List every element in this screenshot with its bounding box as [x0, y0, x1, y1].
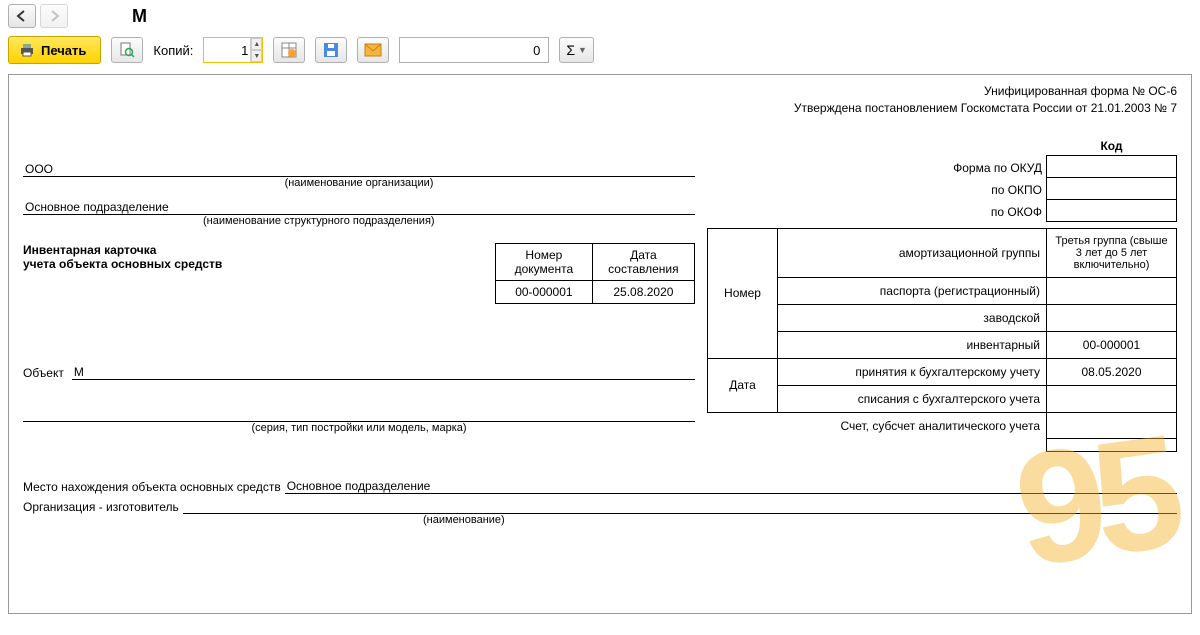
doc-date-value: 25.08.2020 [592, 280, 694, 303]
okud-label: Форма по ОКУД [707, 155, 1047, 177]
location-value: Основное подразделение [287, 479, 431, 493]
object-caption2: (серия, тип постройки или модель, марка) [23, 422, 695, 434]
forward-button[interactable] [40, 4, 68, 28]
manufacturer-caption: (наименование) [23, 514, 1177, 526]
details-table: Номер амортизационной группы Третья груп… [707, 228, 1177, 453]
dropdown-caret-icon: ▼ [578, 45, 587, 55]
nav-toolbar: М [0, 0, 1200, 32]
kod-header: Код [1047, 137, 1177, 156]
sum-field[interactable]: 0 [399, 37, 549, 63]
doc-num-value: 00-000001 [496, 280, 593, 303]
date-label: Дата [708, 358, 778, 412]
writeoff-label: списания с бухгалтерского учета [778, 385, 1047, 412]
doc-num-header: Номер документа [496, 243, 593, 280]
form-header-line2: Утверждена постановлением Госкомстата Ро… [23, 100, 1177, 117]
location-field: Основное подразделение [285, 478, 1177, 494]
kod-table: Код Форма по ОКУД по ОКПО по ОКОФ [707, 137, 1177, 222]
printer-icon [19, 42, 35, 58]
accept-label: принятия к бухгалтерскому учету [778, 358, 1047, 385]
stepper-up[interactable]: ▲ [251, 38, 262, 50]
account-value [1047, 412, 1177, 439]
okof-label: по ОКОФ [707, 199, 1047, 221]
card-title-2: учета объекта основных средств [23, 257, 479, 271]
object-label: Объект [23, 366, 64, 380]
form-header: Унифицированная форма № ОС-6 Утверждена … [23, 83, 1177, 117]
arrow-left-icon [15, 10, 29, 22]
org-caption: (наименование организации) [23, 177, 695, 189]
writeoff-value [1047, 385, 1177, 412]
accept-value: 08.05.2020 [1047, 358, 1177, 385]
factory-label: заводской [778, 304, 1047, 331]
form-header-line1: Унифицированная форма № ОС-6 [23, 83, 1177, 100]
sigma-button[interactable]: Σ ▼ [559, 37, 594, 63]
inventory-value: 00-000001 [1047, 331, 1177, 358]
copies-stepper[interactable]: ▲ ▼ [203, 37, 263, 63]
passport-label: паспорта (регистрационный) [778, 277, 1047, 304]
okpo-label: по ОКПО [707, 177, 1047, 199]
print-label: Печать [41, 43, 86, 58]
passport-value [1047, 277, 1177, 304]
dept-field: Основное подразделение [23, 199, 695, 215]
dept-value: Основное подразделение [25, 200, 169, 214]
org-value: ООО [25, 162, 53, 176]
dept-caption: (наименование структурного подразделения… [23, 215, 695, 227]
save-button[interactable] [315, 37, 347, 63]
doc-number-table: Номер документа Дата составления 00-0000… [495, 243, 695, 304]
page-title: М [132, 6, 147, 27]
doc-date-header: Дата составления [592, 243, 694, 280]
account-value2 [1047, 439, 1177, 452]
floppy-icon [323, 42, 339, 58]
stepper-down[interactable]: ▼ [251, 50, 262, 62]
arrow-right-icon [47, 10, 61, 22]
email-button[interactable] [357, 37, 389, 63]
object-field: М [72, 364, 695, 380]
document-sheet: 95 Унифицированная форма № ОС-6 Утвержде… [8, 74, 1192, 614]
back-button[interactable] [8, 4, 36, 28]
manufacturer-label: Организация - изготовитель [23, 500, 179, 514]
print-button[interactable]: Печать [8, 36, 101, 64]
okud-box [1047, 155, 1177, 177]
nomer-label: Номер [708, 228, 778, 358]
card-title-1: Инвентарная карточка [23, 243, 479, 257]
object-value: М [74, 365, 84, 379]
object-line2 [23, 406, 695, 422]
factory-value [1047, 304, 1177, 331]
settings-button[interactable] [273, 37, 305, 63]
envelope-icon [364, 43, 382, 57]
doc-search-icon [119, 42, 135, 58]
action-toolbar: Печать Копий: ▲ ▼ 0 Σ ▼ [0, 32, 1200, 68]
amort-value: Третья группа (свыше 3 лет до 5 лет вклю… [1047, 228, 1177, 277]
manufacturer-field [183, 498, 1177, 514]
okof-box [1047, 199, 1177, 221]
copies-label: Копий: [153, 43, 193, 58]
org-field: ООО [23, 161, 695, 177]
table-settings-icon [281, 42, 297, 58]
sum-value: 0 [533, 43, 540, 58]
preview-button[interactable] [111, 37, 143, 63]
amort-label: амортизационной группы [778, 228, 1047, 277]
sigma-icon: Σ [566, 42, 575, 58]
account-label: Счет, субсчет аналитического учета [708, 412, 1047, 439]
okpo-box [1047, 177, 1177, 199]
inventory-label: инвентарный [778, 331, 1047, 358]
location-label: Место нахождения объекта основных средст… [23, 480, 281, 494]
